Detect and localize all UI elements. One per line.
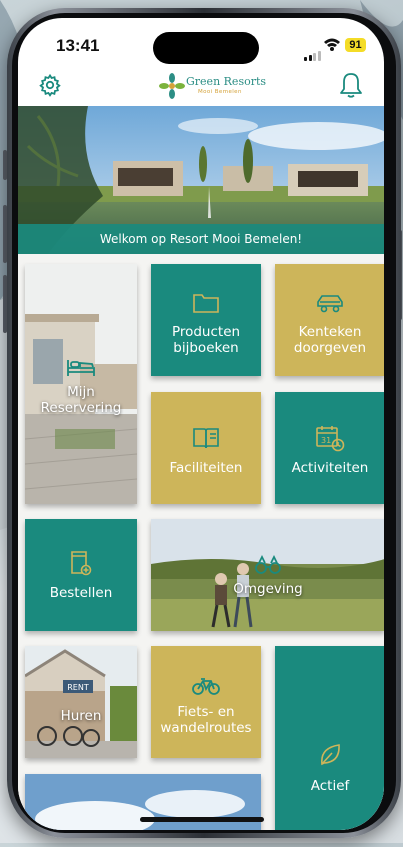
binoculars-icon xyxy=(255,555,281,574)
home-indicator[interactable] xyxy=(140,817,264,822)
logo-icon xyxy=(159,73,185,99)
dynamic-island xyxy=(153,32,259,64)
tile-label: Kenteken doorgeven xyxy=(293,324,367,356)
car-icon xyxy=(317,295,343,313)
tile-label: Activiteiten xyxy=(291,460,369,476)
tile-label: Bestellen xyxy=(49,585,113,601)
gear-icon[interactable] xyxy=(38,73,62,97)
tile-actief[interactable]: Actief xyxy=(275,646,384,830)
tile-label: Faciliteiten xyxy=(169,460,243,476)
tile-kenteken-doorgeven[interactable]: Kenteken doorgeven xyxy=(275,264,384,376)
book-icon xyxy=(193,428,219,449)
tile-mijn-reservering[interactable]: Mijn Reservering xyxy=(25,264,137,504)
tile-label: Fiets- en wandelroutes xyxy=(160,704,252,736)
tile-label: Omgeving xyxy=(233,581,303,597)
tile-fiets-wandelroutes[interactable]: Fiets- en wandelroutes xyxy=(151,646,261,758)
app-header: Green Resorts Mooi Bemelen xyxy=(18,66,384,106)
tile-omgeving[interactable]: Omgeving xyxy=(151,519,384,631)
menu-grid: Mijn Reservering Producten bijboeken Ken… xyxy=(18,254,384,830)
tile-label: Actief xyxy=(310,778,350,794)
status-bar: 13:41 91 xyxy=(18,18,384,66)
tile-label: Huren xyxy=(60,708,102,724)
tile-faciliteiten[interactable]: Faciliteiten xyxy=(151,392,261,504)
green-resorts-logo: Green Resorts Mooi Bemelen xyxy=(158,72,266,100)
tile-producten-bijboeken[interactable]: Producten bijboeken xyxy=(151,264,261,376)
leaf-icon xyxy=(321,744,340,766)
signal-icon xyxy=(304,42,322,61)
rent-sign: RENT xyxy=(67,683,89,692)
logo-title: Green Resorts xyxy=(186,75,267,88)
hero-banner-image[interactable]: Welkom op Resort Mooi Bemelen! xyxy=(18,106,384,254)
tile-label: Mijn Reservering xyxy=(40,384,122,416)
tile-activiteiten[interactable]: 31 Activiteiten xyxy=(275,392,384,504)
status-time: 13:41 xyxy=(56,36,100,55)
calendar-icon: 31 xyxy=(316,426,345,452)
calendar-day: 31 xyxy=(321,436,331,445)
app-screen: 13:41 91 Green Resorts Mooi Bemelen Welk… xyxy=(18,18,384,830)
tile-bestellen[interactable]: Bestellen xyxy=(25,519,137,631)
wifi-icon xyxy=(324,38,340,51)
landscape-photo xyxy=(151,519,384,631)
welcome-banner: Welkom op Resort Mooi Bemelen! xyxy=(18,224,384,254)
order-icon xyxy=(71,551,92,576)
bell-icon[interactable] xyxy=(338,71,364,99)
logo-subtitle: Mooi Bemelen xyxy=(198,89,242,95)
rental-photo: RENT xyxy=(25,646,137,758)
bed-icon xyxy=(67,360,95,376)
tile-huren[interactable]: RENT Huren xyxy=(25,646,137,758)
tile-label: Producten bijboeken xyxy=(171,324,241,356)
battery-indicator: 91 xyxy=(345,38,366,52)
bicycle-icon xyxy=(192,678,220,695)
folder-icon xyxy=(193,294,219,313)
